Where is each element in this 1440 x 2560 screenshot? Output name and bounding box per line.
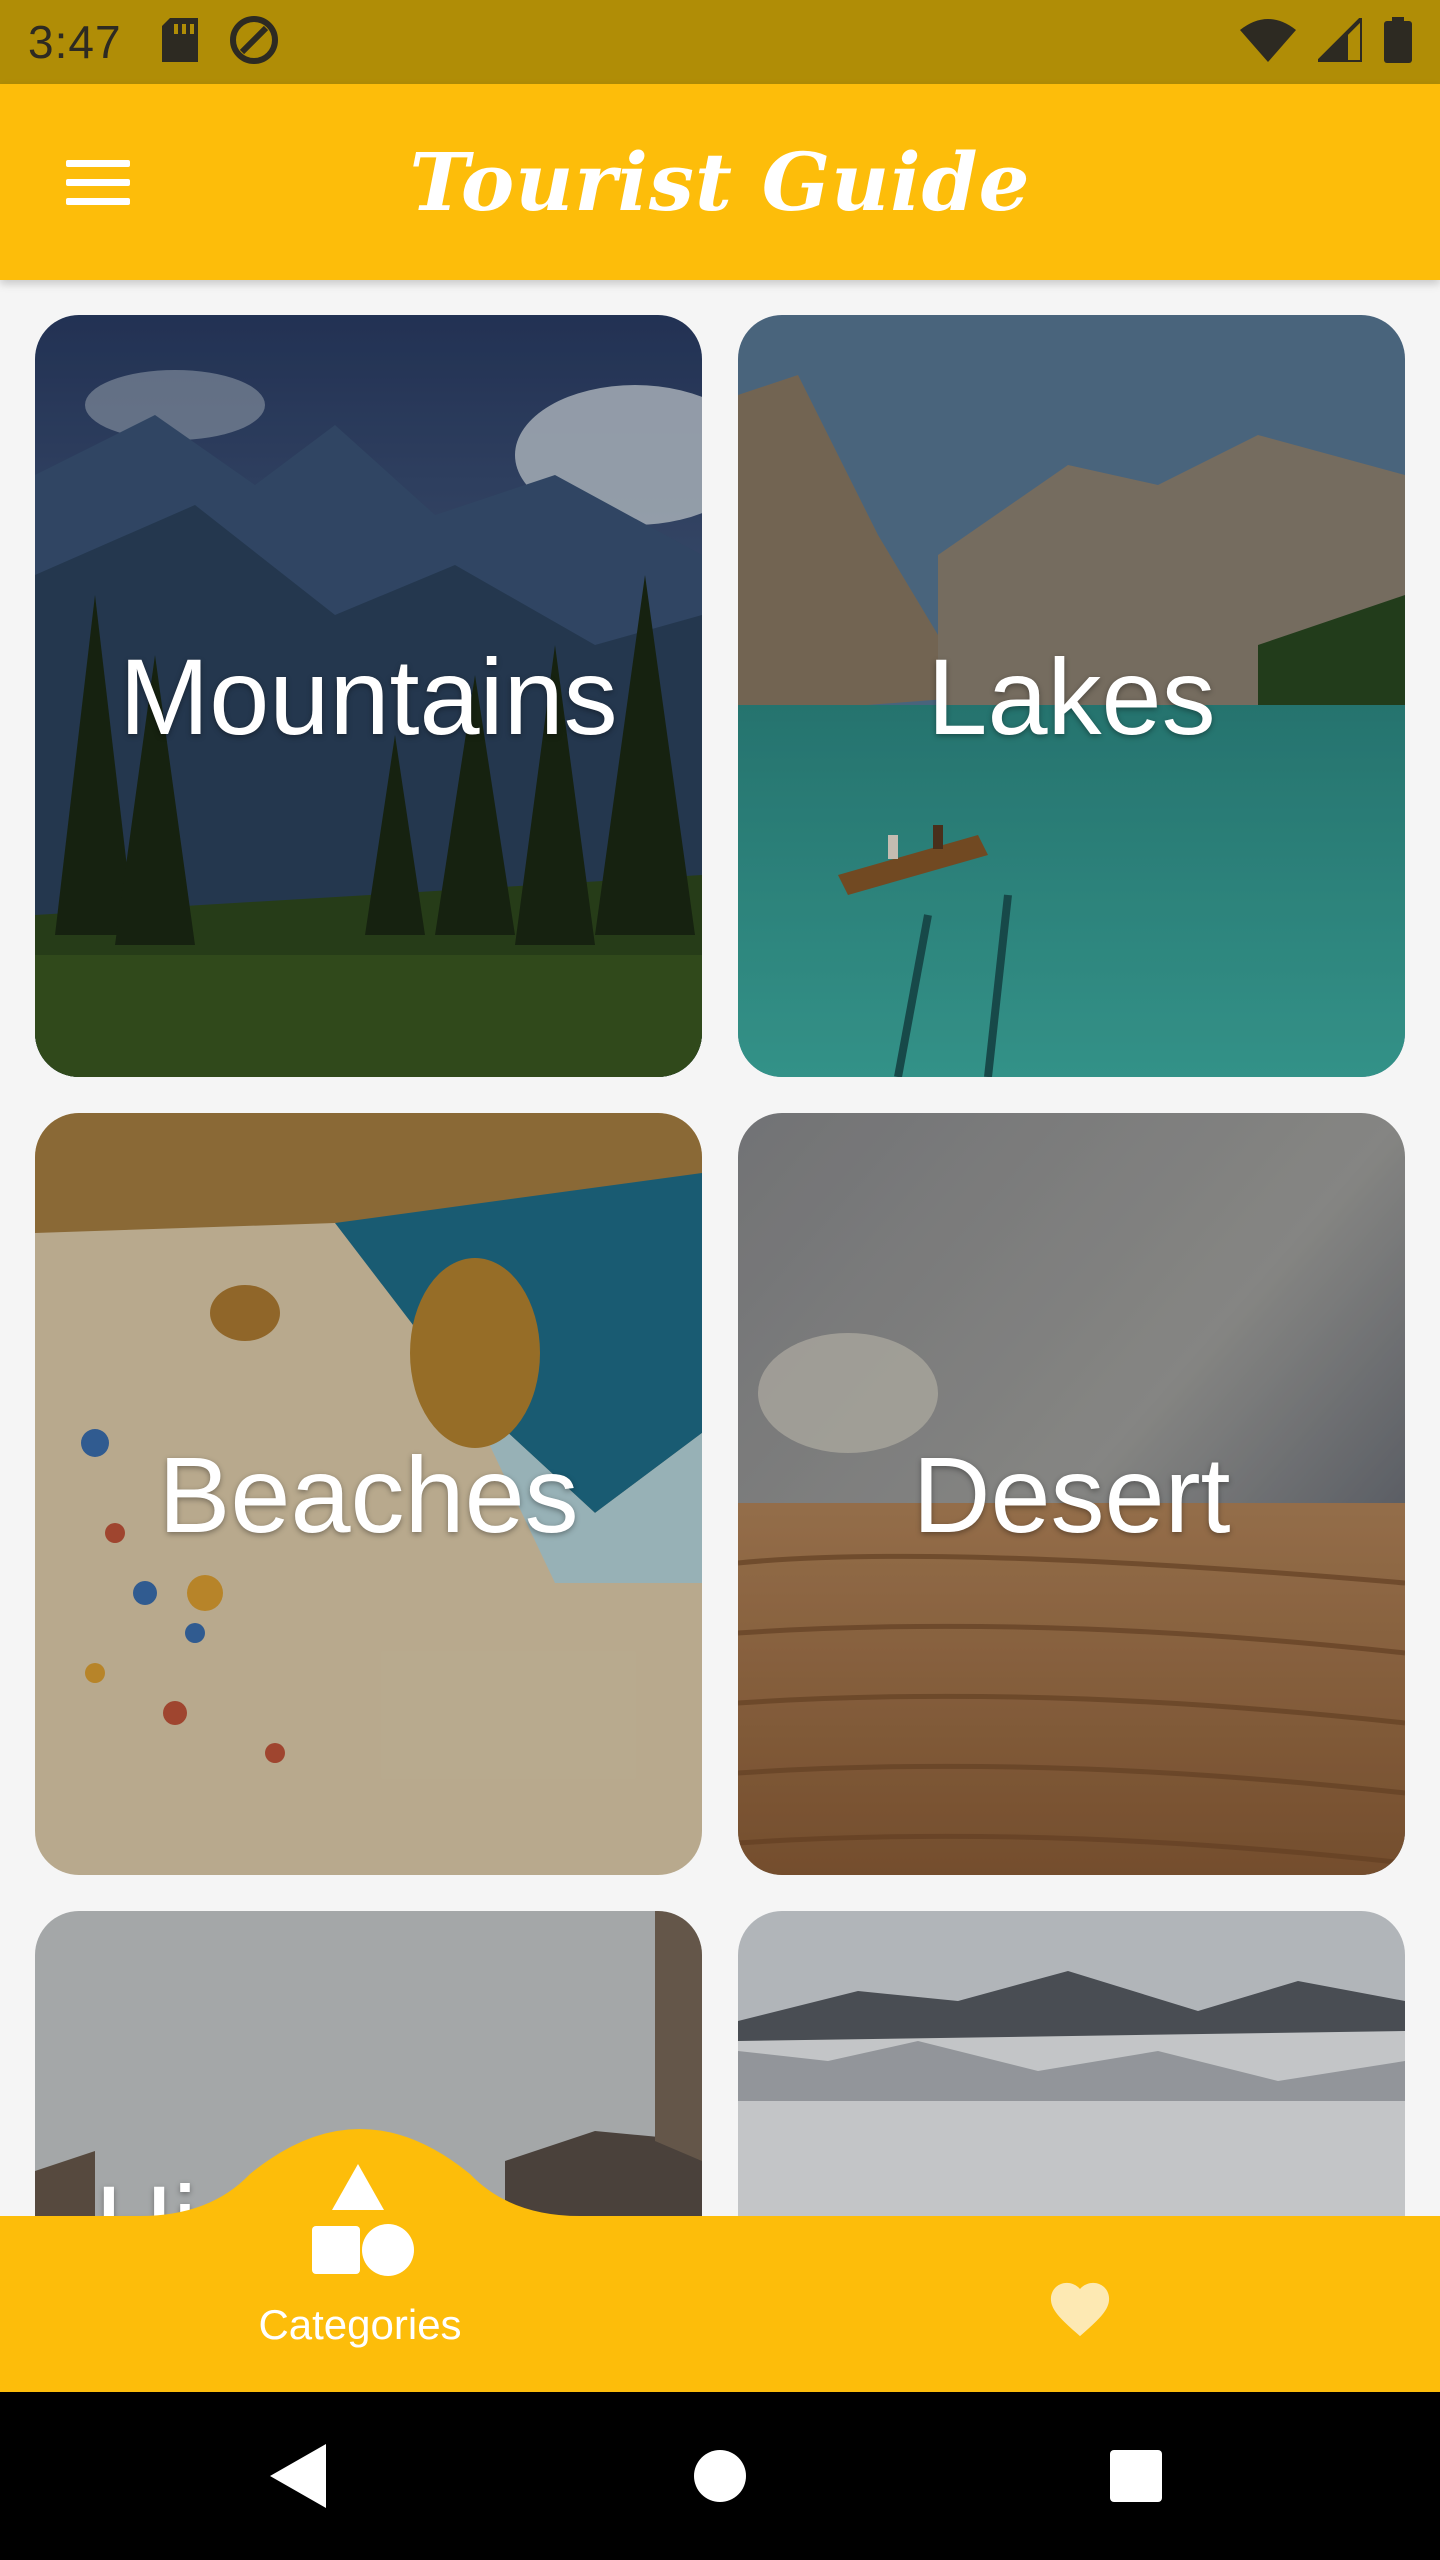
back-icon [270,2444,326,2508]
app-bar: Tourist Guide [0,84,1440,280]
recents-icon [1110,2450,1162,2502]
data-saver-icon [228,14,280,71]
home-button[interactable] [680,2436,760,2516]
category-label: Desert [912,1433,1231,1555]
nav-item-favorites[interactable] [1030,2264,1130,2354]
category-grid: Mountains Lakes Beaches Desert [0,280,1440,2216]
wifi-icon [1240,18,1296,67]
signal-icon [1313,12,1364,67]
category-card-desert[interactable]: Desert [738,1113,1405,1875]
back-button[interactable] [260,2436,340,2516]
status-time: 3:47 [28,16,122,68]
home-icon [694,2450,746,2502]
sd-card-icon [161,17,198,67]
nav-item-categories[interactable]: Categories [220,2164,500,2390]
heart-icon [1044,2275,1116,2344]
app-title: Tourist Guide [409,135,1031,229]
recents-button[interactable] [1096,2436,1176,2516]
category-card-beaches[interactable]: Beaches [35,1113,702,1875]
system-navigation-bar [0,2392,1440,2560]
category-card-snow[interactable] [738,1911,1405,2216]
nav-label-categories: Categories [258,2301,462,2348]
category-label: Mountains [119,635,618,757]
bottom-navigation: Categories [0,2129,1440,2392]
category-label: Lakes [927,635,1216,757]
status-bar: 3:47 [0,0,1440,84]
category-card-lakes[interactable]: Lakes [738,315,1405,1077]
category-card-mountains[interactable]: Mountains [35,315,702,1077]
battery-icon [1384,16,1412,68]
category-label: Beaches [158,1433,579,1555]
shapes-icon [300,2164,420,2293]
